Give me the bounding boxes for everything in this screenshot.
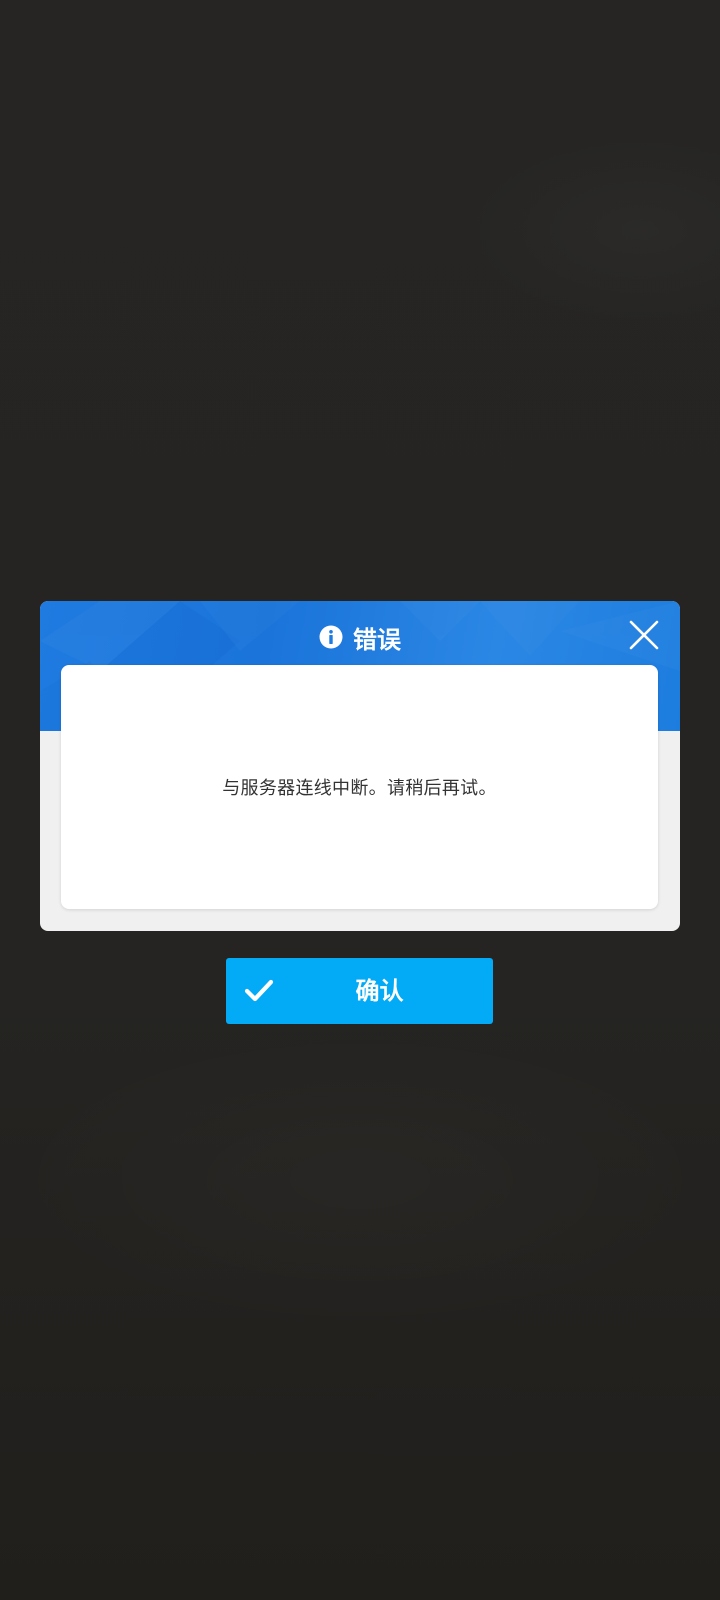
- close-button[interactable]: [624, 615, 664, 655]
- confirm-button-label: 确认: [355, 977, 404, 1005]
- error-dialog: 错误 与服务器连线中断。请稍后再试。: [40, 601, 680, 931]
- dialog-title-text: 错误: [353, 625, 401, 654]
- dialog-message: 与服务器连线中断。请稍后再试。: [222, 778, 497, 799]
- dialog-title: 错误: [40, 617, 680, 657]
- confirm-button[interactable]: 确认: [226, 958, 493, 1024]
- dialog-body: 与服务器连线中断。请稍后再试。: [61, 665, 658, 909]
- close-icon: [629, 620, 659, 650]
- info-icon: [319, 625, 343, 649]
